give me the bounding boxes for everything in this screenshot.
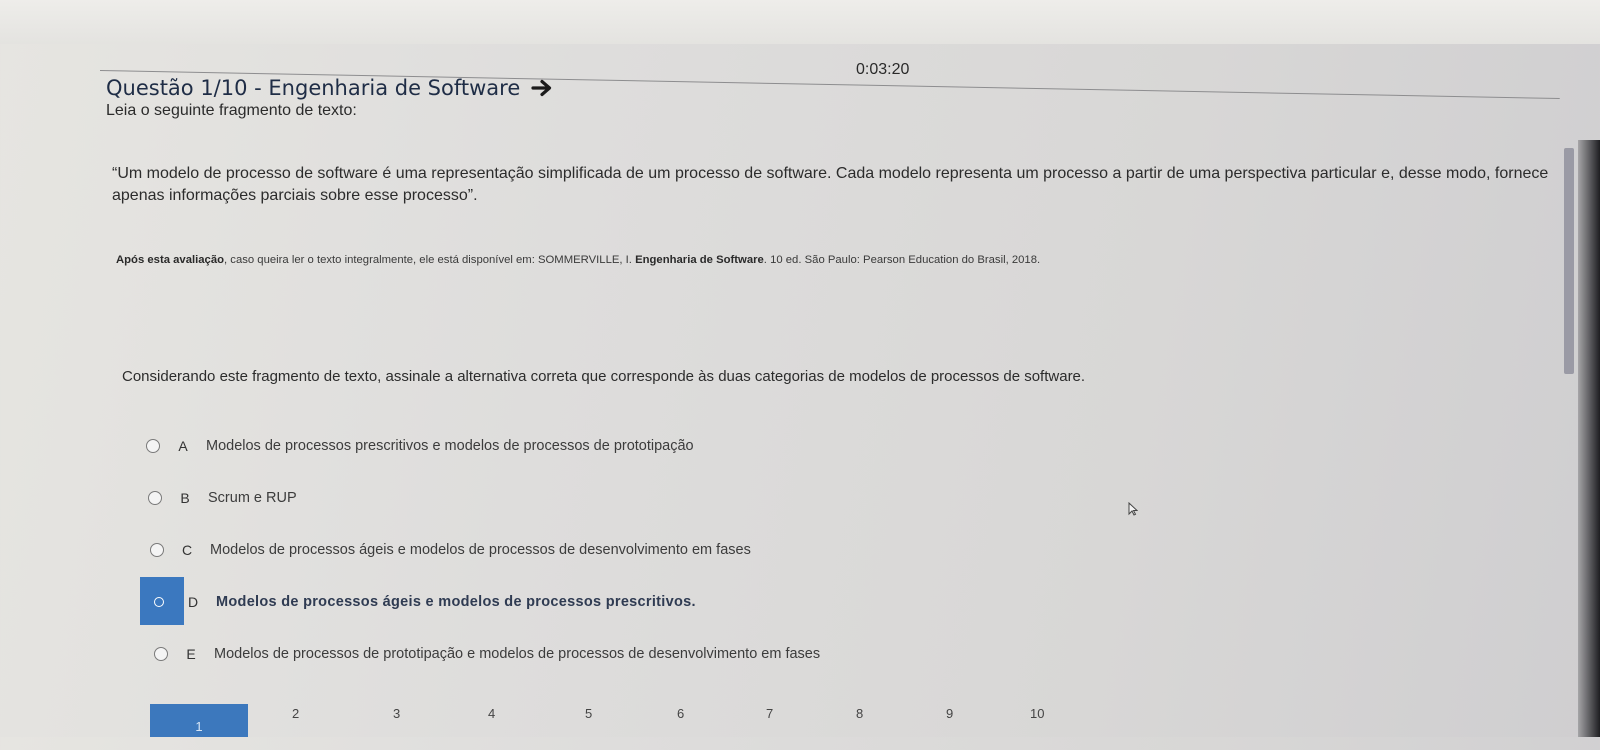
option-text: Modelos de processos ágeis e modelos de … bbox=[216, 594, 696, 610]
scrollbar-thumb[interactable] bbox=[1564, 148, 1574, 374]
question-quote: “Um modelo de processo de software é uma… bbox=[112, 165, 1549, 204]
source-middle: , caso queira ler o texto integralmente,… bbox=[224, 254, 636, 266]
source-lead: Após esta avaliação bbox=[116, 254, 225, 266]
option-letter: B bbox=[180, 490, 190, 506]
page-button[interactable]: 7 bbox=[766, 706, 773, 721]
option-text: Modelos de processos prescritivos e mode… bbox=[206, 438, 694, 454]
page-button[interactable]: 3 bbox=[393, 706, 400, 721]
question-title: Questão 1/10 - Engenharia de Software bbox=[106, 76, 521, 100]
radio-button[interactable] bbox=[148, 491, 162, 505]
page-button[interactable]: 5 bbox=[585, 706, 592, 721]
countdown-timer: 0:03:20 bbox=[856, 61, 910, 78]
arrow-right-icon[interactable] bbox=[530, 78, 556, 98]
question-header: Questão 1/10 - Engenharia de Software bbox=[106, 76, 556, 100]
option-text: Modelos de processos ágeis e modelos de … bbox=[210, 542, 751, 558]
page-button[interactable]: 8 bbox=[856, 706, 863, 721]
page-button[interactable]: 4 bbox=[488, 706, 495, 721]
radio-button[interactable] bbox=[150, 543, 164, 557]
question-prompt: Considerando este fragmento de texto, as… bbox=[122, 368, 1086, 385]
page-button[interactable]: 2 bbox=[292, 706, 299, 721]
screen-edge bbox=[1578, 140, 1600, 737]
option-text: Modelos de processos de prototipação e m… bbox=[214, 646, 821, 662]
option-letter: A bbox=[178, 438, 188, 454]
page-button[interactable]: 9 bbox=[946, 706, 953, 721]
option-b[interactable]: B Scrum e RUP bbox=[148, 472, 1140, 524]
cursor-icon bbox=[1128, 501, 1139, 516]
option-c[interactable]: C Modelos de processos ágeis e modelos d… bbox=[150, 524, 1140, 576]
option-text: Scrum e RUP bbox=[208, 490, 297, 506]
question-pager: 1 2 3 4 5 6 7 8 9 10 bbox=[150, 704, 1070, 737]
page-button-current[interactable]: 1 bbox=[150, 704, 248, 737]
page-button[interactable]: 10 bbox=[1030, 706, 1044, 721]
option-letter: E bbox=[186, 646, 196, 662]
page-button[interactable]: 6 bbox=[677, 706, 684, 721]
option-e[interactable]: E Modelos de processos de prototipação e… bbox=[154, 628, 1140, 680]
option-letter: C bbox=[181, 542, 193, 558]
source-tail: . 10 ed. São Paulo: Pearson Education do… bbox=[763, 254, 1041, 266]
browser-top-edge bbox=[0, 0, 1600, 44]
source-book-title: Engenharia de Software bbox=[635, 254, 764, 266]
option-d[interactable]: D Modelos de processos ágeis e modelos d… bbox=[140, 576, 1140, 628]
radio-button[interactable] bbox=[146, 439, 160, 453]
source-citation: Após esta avaliação, caso queira ler o t… bbox=[116, 254, 1516, 266]
question-intro: Leia o seguinte fragmento de texto: bbox=[106, 102, 357, 119]
radio-button[interactable] bbox=[154, 647, 168, 661]
radio-button-selected[interactable] bbox=[154, 597, 164, 607]
answer-options: A Modelos de processos prescritivos e mo… bbox=[140, 420, 1140, 680]
option-a[interactable]: A Modelos de processos prescritivos e mo… bbox=[146, 420, 1140, 472]
